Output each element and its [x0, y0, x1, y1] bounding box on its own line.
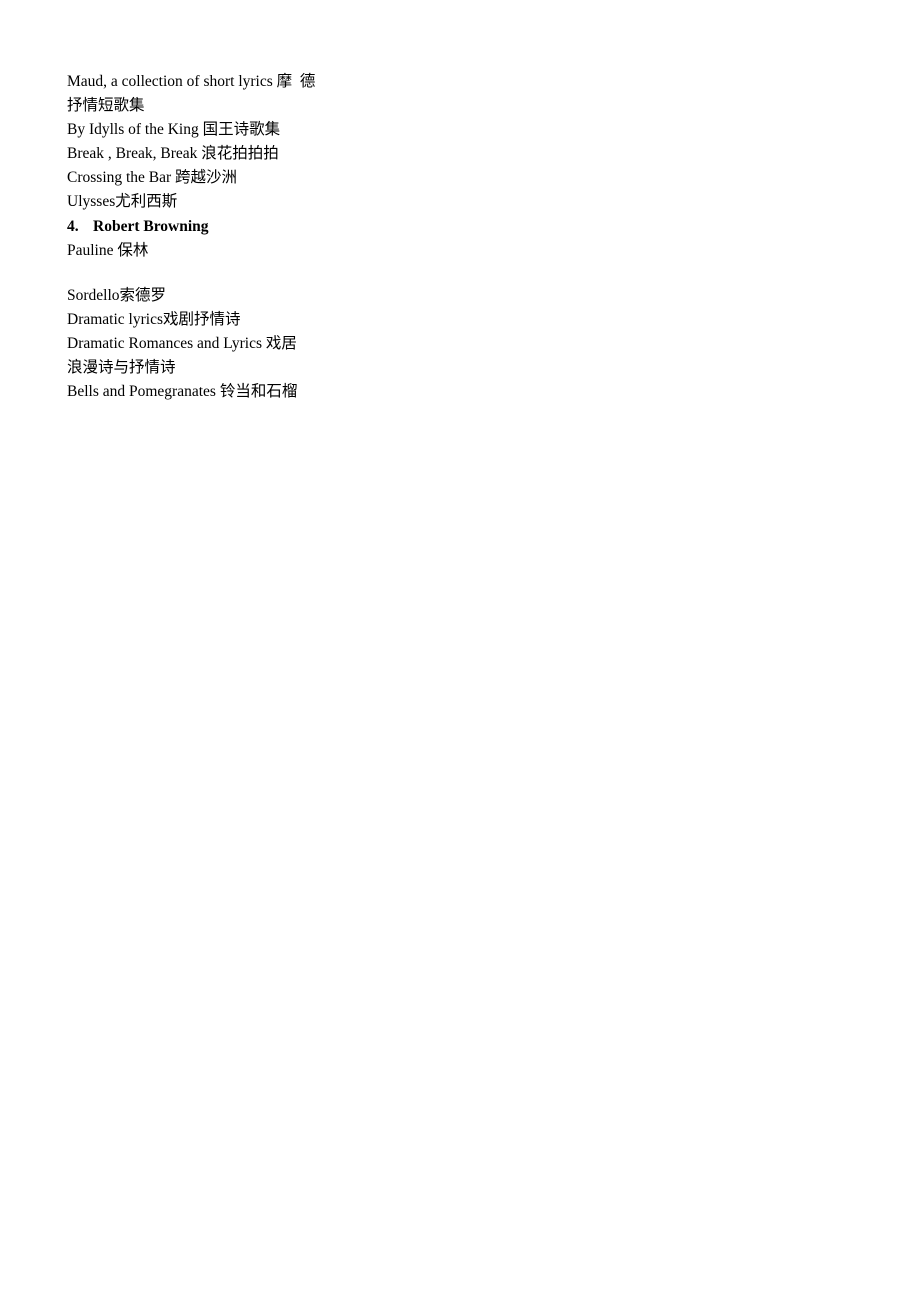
- section-heading-number: 4.: [67, 218, 79, 235]
- list-item-sordello: Sordello索德罗: [67, 287, 167, 304]
- list-item-maud-continuation: 抒情短歌集: [67, 97, 145, 114]
- list-item-idylls-of-the-king: By Idylls of the King 国王诗歌集: [67, 121, 281, 138]
- list-item-break-break-break: Break , Break, Break 浪花拍拍拍: [67, 145, 279, 162]
- list-item-maud: Maud, a collection of short lyrics 摩 德: [67, 73, 316, 90]
- section-heading-label: Robert Browning: [93, 218, 209, 235]
- list-item-crossing-the-bar: Crossing the Bar 跨越沙洲: [67, 169, 238, 186]
- list-item-dramatic-romances-continuation: 浪漫诗与抒情诗: [67, 359, 176, 376]
- document-text-block: Maud, a collection of short lyrics 摩 德 抒…: [67, 70, 627, 404]
- list-item-pauline: Pauline 保林: [67, 242, 149, 259]
- list-item-bells-and-pomegranates: Bells and Pomegranates 铃当和石榴: [67, 383, 298, 400]
- section-heading-robert-browning: 4. Robert Browning: [67, 214, 627, 239]
- list-item-dramatic-lyrics: Dramatic lyrics戏剧抒情诗: [67, 311, 241, 328]
- document-page: Maud, a collection of short lyrics 摩 德 抒…: [0, 0, 920, 1302]
- list-item-ulysses: Ulysses尤利西斯: [67, 193, 178, 210]
- list-item-dramatic-romances-and-lyrics: Dramatic Romances and Lyrics 戏居: [67, 335, 297, 352]
